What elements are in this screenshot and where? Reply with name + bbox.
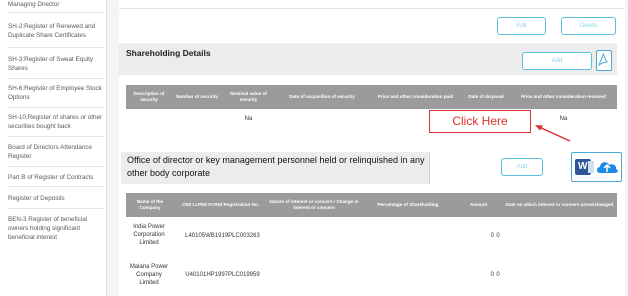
sidebar-item-label: BEN-3 Register of beneficial owners hold… xyxy=(8,216,88,241)
edit-button[interactable]: Edit xyxy=(497,17,546,35)
column-header: Description of security xyxy=(133,91,165,102)
document-icon xyxy=(588,161,594,173)
pdf-icon[interactable] xyxy=(596,50,612,71)
shareholding-table-header: Description of security Number of securi… xyxy=(126,85,617,109)
arrow-icon xyxy=(535,125,571,142)
sidebar-item-sh6[interactable]: SH-6:Register of Employee Stock Options xyxy=(8,84,104,102)
company-name: India Power Corporation Limited xyxy=(133,224,165,246)
cloud-upload-icon xyxy=(597,162,618,173)
column-header: Price and other consideration paid xyxy=(377,94,454,99)
click-here-callout: Click Here xyxy=(429,110,531,133)
sidebar-item-label: SH-2:Register of Renewed and Duplicate S… xyxy=(8,23,96,39)
column-header: CIN/ LLPIN/ FCRN/ Registration No. xyxy=(181,202,260,207)
section-title: Shareholding Details xyxy=(126,48,211,58)
column-header: Price and other consideration received xyxy=(521,94,606,99)
column-header: Nominal value of security xyxy=(230,91,267,102)
cin-value: U40101HP1997PLC019959 xyxy=(185,272,260,278)
amount-value: 0 xyxy=(496,233,500,239)
divider xyxy=(8,208,104,209)
sidebar-item-label: SH-3:Register of Sweat Equity Shares xyxy=(8,56,94,72)
sidebar-item-label: SH-6:Register of Employee Stock Options xyxy=(8,85,102,101)
sidebar: Managing Director SH-2:Register of Renew… xyxy=(0,0,107,296)
divider xyxy=(8,166,104,167)
divider xyxy=(8,78,104,79)
sidebar-item-managing-director[interactable]: Managing Director xyxy=(8,0,104,9)
sidebar-item-label: Part B of Register of Contracts xyxy=(8,174,94,181)
divider xyxy=(8,107,104,108)
sidebar-item-board-attendance[interactable]: Board of Directors Attendance Register xyxy=(8,143,104,161)
column-header: Amount xyxy=(469,202,488,207)
delete-button[interactable]: Delete xyxy=(561,17,616,35)
divider xyxy=(119,8,625,9)
sidebar-item-sh3[interactable]: SH-3:Register of Sweat Equity Shares xyxy=(8,55,104,73)
column-header: Number of security xyxy=(176,94,218,99)
column-header: Date of disposal xyxy=(468,94,504,99)
export-upload-button[interactable]: W xyxy=(571,152,622,182)
sidebar-item-sh2[interactable]: SH-2:Register of Renewed and Duplicate S… xyxy=(8,22,104,40)
sidebar-item-deposits[interactable]: Register of Deposits xyxy=(8,194,104,203)
divider xyxy=(8,47,104,48)
sidebar-item-label: Register of Deposits xyxy=(8,195,65,202)
divider xyxy=(8,136,104,137)
divider xyxy=(8,186,104,187)
add-shareholding-button[interactable]: Add xyxy=(522,52,592,70)
column-header: Date on which interest or concern arose/… xyxy=(505,202,614,207)
sidebar-item-sh10[interactable]: SH-10:Register of shares or other securi… xyxy=(8,113,104,131)
office-table-header: Name of the Company CIN/ LLPIN/ FCRN/ Re… xyxy=(126,193,617,217)
column-header: Name of the Company xyxy=(136,199,164,210)
section-title: Office of director or key management per… xyxy=(127,155,425,178)
sidebar-item-ben3[interactable]: BEN-3 Register of beneficial owners hold… xyxy=(8,215,104,242)
add-office-button[interactable]: Add xyxy=(501,158,543,176)
company-name: Malana Power Company Limited xyxy=(129,264,169,286)
sidebar-item-label: Board of Directors Attendance Register xyxy=(8,144,93,160)
column-header: Nature of interest or concern / Change i… xyxy=(269,199,359,210)
table-cell: Na xyxy=(244,116,253,122)
cin-value: L40105WB1919PLC003263 xyxy=(185,233,260,239)
divider xyxy=(8,12,104,13)
column-header: Date of acquisition of security xyxy=(289,94,355,99)
sidebar-item-part-b-contracts[interactable]: Part B of Register of Contracts xyxy=(8,173,104,182)
office-section-header: Office of director or key management per… xyxy=(121,152,430,184)
column-header: Percentage of Shareholding xyxy=(377,202,439,207)
sidebar-item-label: SH-10:Register of shares or other securi… xyxy=(8,114,103,130)
amount-value: 0 xyxy=(496,272,500,278)
sidebar-item-label: Managing Director xyxy=(8,1,60,8)
